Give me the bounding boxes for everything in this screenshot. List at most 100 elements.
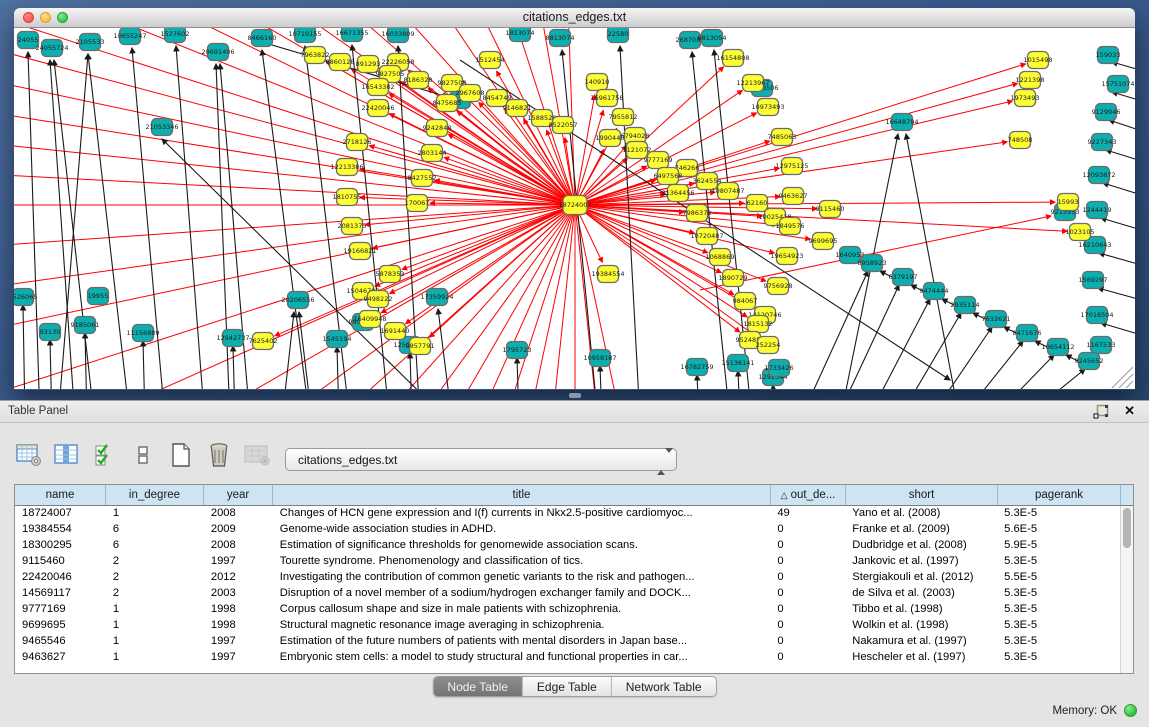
column-header-title[interactable]: title	[273, 485, 771, 505]
row-height-icon[interactable]	[128, 441, 158, 469]
table-cell: 0	[770, 650, 845, 666]
graph-node-label: 6794028	[621, 132, 650, 140]
window-title: citations_edges.txt	[14, 10, 1135, 24]
graph-node-label: 7625402	[249, 337, 278, 345]
citation-edge	[697, 375, 699, 389]
window-titlebar[interactable]: citations_edges.txt	[14, 8, 1135, 28]
graph-node-label: 19384554	[591, 270, 624, 278]
table-row[interactable]: 946362711997Embryonic stem cells: a mode…	[15, 650, 1120, 666]
table-cell: 5.3E-5	[997, 586, 1120, 602]
desktop-background: citations_edges.txt 24055240557242105533…	[0, 0, 1149, 400]
graph-node-label: 252254	[756, 341, 781, 349]
column-header-pagerank[interactable]: pagerank	[998, 485, 1121, 505]
float-panel-icon[interactable]	[1093, 404, 1109, 420]
network-canvas[interactable]: 2405524055724210553310655247152760220691…	[14, 28, 1135, 389]
table-cell: 0	[770, 538, 845, 554]
graph-node-label: 22420046	[361, 104, 394, 112]
graph-node-label: 9185061	[71, 321, 100, 329]
graph-node-label: 9245652	[1075, 357, 1104, 365]
table-cell: 5.3E-5	[997, 650, 1120, 666]
graph-node-label: 1545194	[323, 335, 352, 343]
column-header-out-de-[interactable]: △out_de...	[771, 485, 846, 505]
scrollbar-thumb[interactable]	[1123, 508, 1131, 548]
citation-edge	[28, 52, 40, 389]
tab-node-table[interactable]: Node Table	[433, 677, 522, 696]
table-cell: 1	[106, 618, 204, 634]
node-table: namein_degreeyeartitle△out_de...shortpag…	[14, 484, 1134, 674]
graph-node-label: 2081375	[338, 222, 367, 230]
column-header-name[interactable]: name	[15, 485, 106, 505]
table-cell: 1998	[204, 602, 273, 618]
graph-node-label: 6497568	[654, 172, 683, 180]
citation-edge	[1103, 183, 1135, 196]
new-column-icon[interactable]	[166, 441, 196, 469]
table-select-dropdown[interactable]: citations_edges.txt	[285, 448, 677, 471]
graph-node-label: 12975125	[775, 162, 808, 170]
table-row[interactable]: 1456911722003Disruption of a novel membe…	[15, 586, 1120, 602]
column-header-year[interactable]: year	[204, 485, 273, 505]
table-cell: 0	[770, 586, 845, 602]
citation-edge	[14, 48, 575, 205]
table-cell: 6	[106, 538, 204, 554]
tab-edge-table[interactable]: Edge Table	[522, 677, 611, 696]
table-row[interactable]: 1830029562008Estimation of significance …	[15, 538, 1120, 554]
table-cell: 0	[770, 634, 845, 650]
table-cell: 2	[106, 586, 204, 602]
citation-edge	[738, 371, 740, 389]
table-cell: 1997	[204, 554, 273, 570]
table-row[interactable]: 977716911998Corpus callosum shape and si…	[15, 602, 1120, 618]
show-column-icon[interactable]	[52, 441, 82, 469]
graph-node-label: 1691440	[381, 327, 410, 335]
table-row[interactable]: 1872400712008Changes of HCN gene express…	[15, 506, 1120, 522]
select-columns-icon[interactable]	[90, 441, 120, 469]
table-row[interactable]: 946554611997Estimation of the future num…	[15, 634, 1120, 650]
graph-node-label: 1023105	[1066, 228, 1095, 236]
memory-status-label: Memory: OK	[1052, 705, 1117, 717]
graph-node-label: 19955	[88, 292, 109, 300]
graph-node-label: 9857791	[406, 342, 435, 350]
graph-node-label: 2105533	[76, 38, 105, 46]
table-tabs: Node TableEdge TableNetwork Table	[432, 676, 716, 697]
split-divider[interactable]	[569, 393, 581, 398]
graph-node-label: 140910	[585, 78, 610, 86]
graph-node-label: 20206556	[281, 296, 314, 304]
citation-edge	[517, 358, 519, 389]
table-cell: 1	[106, 650, 204, 666]
graph-node-label: 1527602	[161, 30, 190, 38]
graph-node-label: 1815132	[744, 320, 773, 328]
table-scrollbar[interactable]	[1120, 506, 1133, 673]
graph-node-label: 1795723	[503, 346, 532, 354]
citation-edge	[143, 341, 145, 389]
graph-node-label: 9242848	[423, 124, 452, 132]
close-panel-icon[interactable]: ✕	[1124, 403, 1135, 419]
column-header-in-degree[interactable]: in_degree	[106, 485, 204, 505]
graph-node-label: 7485063	[768, 133, 797, 141]
citation-edge	[836, 285, 899, 389]
graph-node-label: 12942737	[216, 334, 249, 342]
graph-node-label: 748508	[1008, 136, 1033, 144]
graph-node-label: 8958923	[858, 259, 887, 267]
table-cell: 9463627	[15, 650, 106, 666]
table-row[interactable]: 1938455462009Genome-wide association stu…	[15, 522, 1120, 538]
graph-node-label: 1015498	[1024, 56, 1053, 64]
column-header-short[interactable]: short	[846, 485, 998, 505]
citation-edge	[600, 366, 602, 389]
graph-node-label: 15993	[1058, 198, 1079, 206]
table-row[interactable]: 911546021997Tourette syndrome. Phenomeno…	[15, 554, 1120, 570]
table-cell: 18724007	[15, 506, 106, 522]
table-cell: 6	[106, 522, 204, 538]
table-mode-icon[interactable]	[14, 441, 44, 469]
table-cell: 5.3E-5	[997, 506, 1120, 522]
citation-edge	[402, 205, 575, 269]
table-panel: Table Panel ✕	[0, 400, 1149, 727]
graph-node-label: 24055724	[35, 44, 68, 52]
table-cell: Hescheler et al. (1997)	[845, 650, 997, 666]
graph-node-label: 10655247	[113, 32, 146, 40]
tab-network-table[interactable]: Network Table	[611, 677, 716, 696]
table-row[interactable]: 969969511998Structural magnetic resonanc…	[15, 618, 1120, 634]
graph-node-label: 20691406	[201, 48, 234, 56]
graph-node-label: 16033809	[381, 30, 414, 38]
table-row[interactable]: 2242004622012Investigating the contribut…	[15, 570, 1120, 586]
graph-node-label: 22580	[608, 30, 629, 38]
delete-column-icon[interactable]	[204, 441, 234, 469]
